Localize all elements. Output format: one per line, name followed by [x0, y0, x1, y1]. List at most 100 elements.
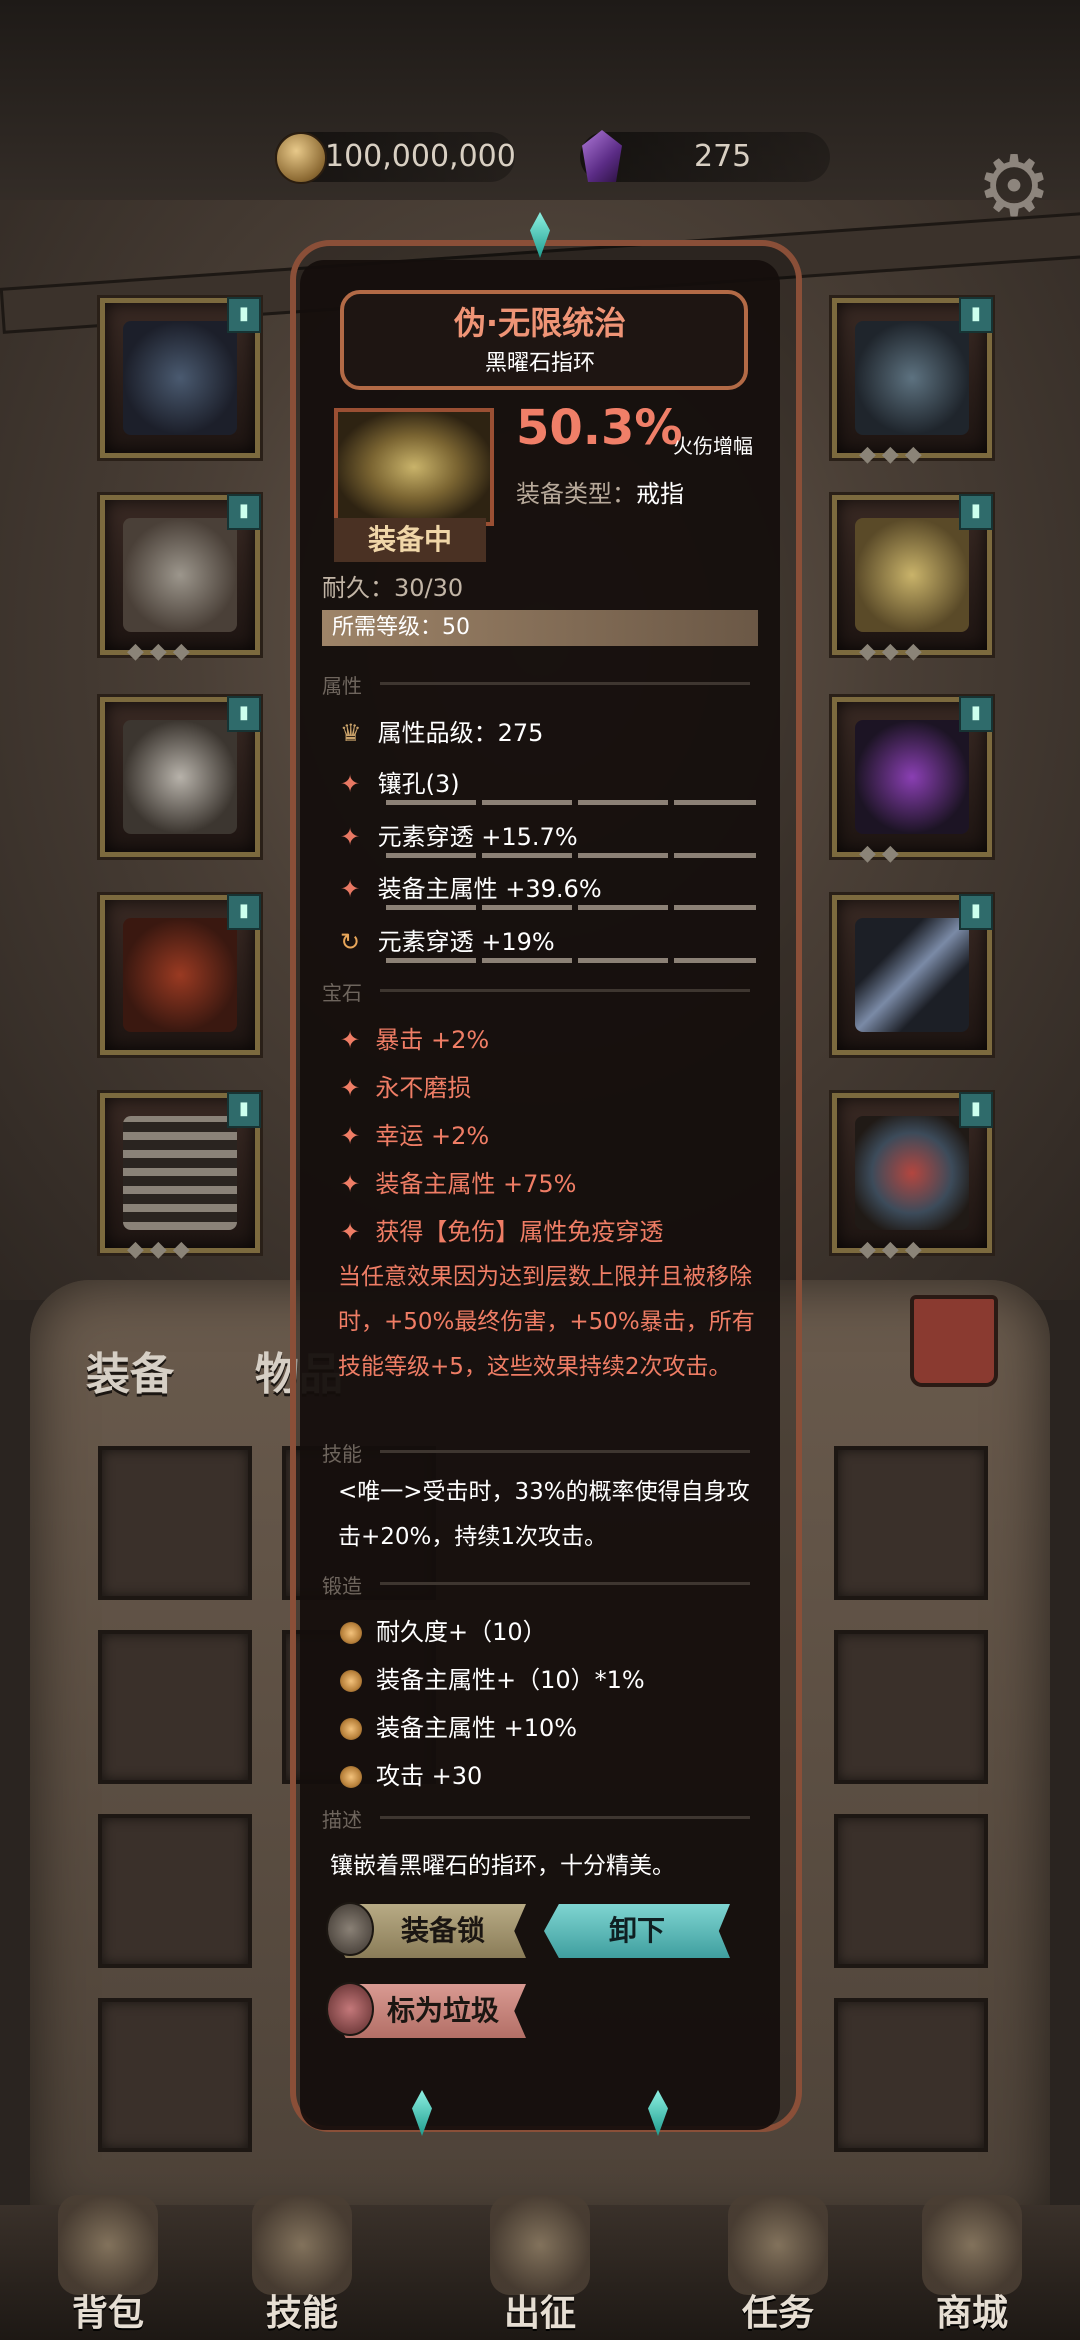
- nav-quests[interactable]: 任务: [670, 2195, 886, 2340]
- inventory-slot[interactable]: [834, 1814, 988, 1968]
- socket-star-icon: ✦: [340, 770, 361, 798]
- tab-equipment[interactable]: 装备: [86, 1338, 174, 1402]
- attribute-row: ✦ 元素穿透 +15.7%: [340, 823, 578, 851]
- equip-slot-ring[interactable]: ▮ ◆◆◆: [832, 494, 993, 664]
- gem-effect-row: ✦ 装备主属性 +75%: [340, 1170, 577, 1198]
- attribute-row: ✦ 装备主属性 +39.6%: [340, 875, 602, 903]
- lock-icon: ▮: [227, 494, 261, 530]
- shop-crown-icon: [922, 2195, 1022, 2295]
- trash-icon[interactable]: [910, 1295, 998, 1387]
- socket-gems-icon: ◆◆◆: [859, 442, 928, 467]
- nav-skills[interactable]: 技能: [194, 2195, 410, 2340]
- backpack-icon: [58, 2195, 158, 2295]
- attribute-bar: [386, 905, 756, 910]
- armor-icon: [123, 518, 237, 632]
- equip-slot-necklace[interactable]: ▮: [100, 297, 261, 458]
- nav-label: 技能: [265, 2293, 338, 2334]
- nav-backpack[interactable]: 背包: [0, 2195, 216, 2340]
- gem-effect-row: ✦ 幸运 +2%: [340, 1122, 490, 1150]
- gem-amount: 275: [694, 139, 752, 174]
- gold-counter: 100,000,000: [275, 132, 516, 184]
- inventory-slot[interactable]: [98, 1998, 252, 2152]
- equip-slot-boots[interactable]: ▮ ◆◆◆: [100, 1092, 261, 1262]
- quest-horn-icon: [728, 2195, 828, 2295]
- helmet-icon: [855, 720, 969, 834]
- ring-icon: [334, 408, 494, 526]
- section-skill: 技能: [322, 1442, 362, 1466]
- socket-star-icon: ✦: [340, 875, 361, 903]
- lock-icon: ▮: [227, 1092, 261, 1128]
- inventory-slot[interactable]: [98, 1446, 252, 1600]
- gem-effect-row: ✦ 获得【免伤】属性免疫穿透: [340, 1218, 664, 1246]
- equip-slot-tome[interactable]: ▮ ◆◆◆: [832, 1092, 993, 1262]
- inventory-slot[interactable]: [834, 1446, 988, 1600]
- refresh-icon: ↻: [340, 928, 361, 956]
- forge-row: 装备主属性+（10）*1%: [340, 1660, 645, 1695]
- unequip-button[interactable]: 卸下: [544, 1904, 730, 1958]
- equip-slot-weapon[interactable]: ▮: [832, 894, 993, 1055]
- forge-row: 攻击 +30: [340, 1756, 482, 1791]
- lock-icon: ▮: [959, 894, 993, 930]
- gem-effect-row: ✦ 暴击 +2%: [340, 1026, 490, 1054]
- forge-row: 装备主属性 +10%: [340, 1708, 577, 1743]
- equip-slot-gauntlet[interactable]: ▮: [100, 696, 261, 857]
- socket-gems-icon: ◆◆◆: [127, 1237, 196, 1262]
- sword-map-icon: [490, 2195, 590, 2295]
- socket-gems-icon: ◆◆: [859, 841, 905, 866]
- section-divider: [380, 989, 750, 992]
- inventory-slot[interactable]: [834, 1630, 988, 1784]
- equip-slot-helmet[interactable]: ▮ ◆◆: [832, 696, 993, 866]
- nav-label: 背包: [71, 2293, 144, 2334]
- section-divider: [380, 1450, 750, 1453]
- padlock-icon: [326, 1902, 374, 1956]
- attribute-bar: [386, 853, 756, 858]
- lock-icon: ▮: [227, 696, 261, 732]
- section-divider: [380, 1582, 750, 1585]
- nav-label: 出征: [503, 2293, 576, 2334]
- gem-effect-row: ✦ 永不磨损: [340, 1074, 472, 1102]
- main-stat-value: 50.3%: [516, 400, 683, 456]
- nav-expedition[interactable]: 出征: [432, 2195, 648, 2340]
- pants-icon: [123, 918, 237, 1032]
- ring-icon: [855, 518, 969, 632]
- inventory-slot[interactable]: [98, 1814, 252, 1968]
- equip-slot-amulet[interactable]: ▮ ◆◆◆: [832, 297, 993, 467]
- socket-star-icon: ✦: [340, 823, 361, 851]
- junk-bin-icon: [326, 1982, 374, 2036]
- sword-icon: [855, 918, 969, 1032]
- section-gems: 宝石: [322, 981, 362, 1005]
- gold-amount: 100,000,000: [325, 139, 516, 174]
- skill-book-icon: [252, 2195, 352, 2295]
- crown-icon: ♛: [340, 719, 362, 747]
- inventory-slot[interactable]: [834, 1998, 988, 2152]
- gear-icon[interactable]: ⚙: [972, 144, 1056, 228]
- equipment-type-label: 装备类型：: [516, 480, 636, 508]
- tome-icon: [855, 1116, 969, 1230]
- nav-label: 任务: [741, 2293, 814, 2334]
- forge-dot-icon: [340, 1622, 362, 1644]
- equipment-type-value: 戒指: [636, 480, 684, 508]
- equip-slot-pants[interactable]: ▮: [100, 894, 261, 1055]
- boots-icon: [123, 1116, 237, 1230]
- gem-icon: [582, 130, 622, 182]
- nav-shop[interactable]: 商城: [864, 2195, 1080, 2340]
- socket-gems-icon: ◆◆◆: [859, 639, 928, 664]
- socket-gems-icon: ◆◆◆: [859, 1237, 928, 1262]
- forge-dot-icon: [340, 1670, 362, 1692]
- attribute-row: ♛ 属性品级：275: [340, 719, 544, 747]
- lock-icon: ▮: [959, 696, 993, 732]
- lock-icon: ▮: [959, 494, 993, 530]
- lock-icon: ▮: [227, 894, 261, 930]
- durability: 耐久：30/30: [322, 574, 464, 602]
- amulet-icon: [855, 321, 969, 435]
- equipment-type: 装备类型：戒指: [516, 474, 684, 509]
- inventory-slot[interactable]: [98, 1630, 252, 1784]
- skill-text: <唯一>受击时，33%的概率使得自身攻击+20%，持续1次攻击。: [338, 1479, 750, 1550]
- lock-icon: ▮: [227, 297, 261, 333]
- socket-gems-icon: ◆◆◆: [127, 639, 196, 664]
- gauntlet-icon: [123, 720, 237, 834]
- equipped-status: 装备中: [334, 518, 486, 562]
- gem-counter: 275: [580, 130, 830, 182]
- equip-slot-armor[interactable]: ▮ ◆◆◆: [100, 494, 261, 664]
- section-divider: [380, 682, 750, 685]
